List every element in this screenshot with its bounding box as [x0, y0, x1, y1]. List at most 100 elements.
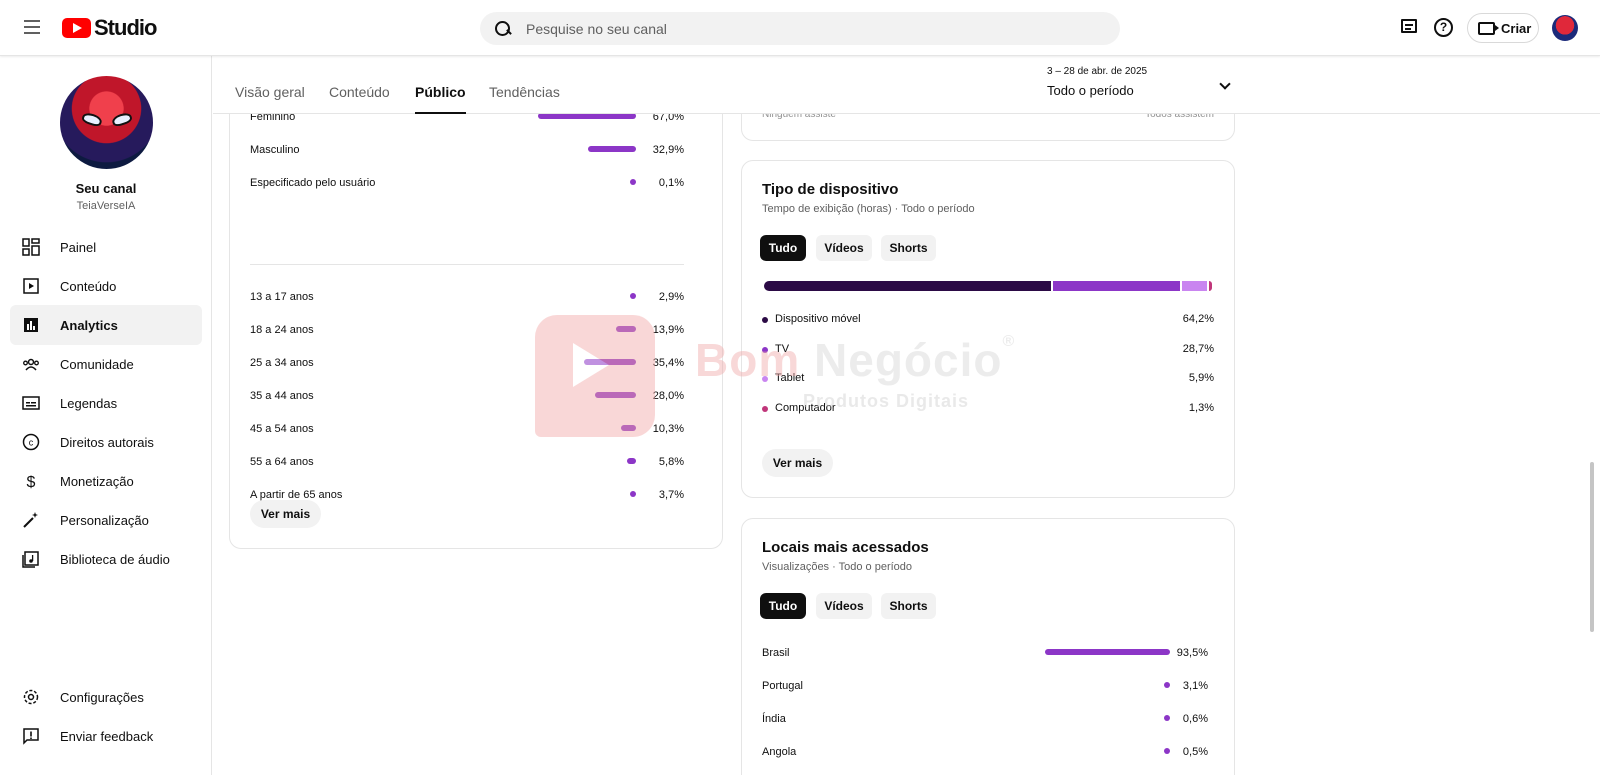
age-bar: [583, 359, 636, 365]
search-input[interactable]: [526, 20, 1086, 37]
gender-label: Especificado pelo usuário: [250, 177, 376, 189]
search-bar[interactable]: [480, 12, 1120, 45]
location-value: 3,1%: [1182, 680, 1208, 692]
audio-library-icon: [22, 550, 40, 568]
age-label: 35 a 44 anos: [250, 390, 314, 402]
sidebar-item-enviar-feedback[interactable]: Enviar feedback: [10, 716, 202, 756]
channel-name: Seu canal: [75, 181, 137, 196]
gender-row: Feminino 67,0%: [250, 111, 684, 131]
search-icon[interactable]: [494, 20, 512, 38]
locations-chip-videos[interactable]: Vídeos: [816, 593, 872, 619]
dashboard-icon: [22, 238, 40, 256]
legend-dot: [762, 405, 768, 412]
copyright-icon: c: [22, 433, 40, 451]
location-row: Índia 0,6%: [762, 713, 1208, 733]
feedback-icon: [22, 727, 40, 745]
sidebar-item-label: Conteúdo: [60, 278, 117, 294]
age-label: 25 a 34 anos: [250, 357, 314, 369]
period-selector[interactable]: 3 – 28 de abr. de 2025 Todo o período: [1047, 66, 1237, 106]
device-bar-segment[interactable]: [764, 281, 1051, 291]
studio-logo[interactable]: Studio: [62, 14, 157, 42]
device-value: 5,9%: [1188, 372, 1214, 384]
device-type-card: Tipo de dispositivo Tempo de exibição (h…: [741, 160, 1235, 498]
sidebar-item-conteudo[interactable]: Conteúdo: [10, 266, 202, 306]
device-chip-videos[interactable]: Vídeos: [816, 235, 872, 261]
tab-publico[interactable]: Público: [415, 84, 466, 114]
content-icon: [22, 277, 40, 295]
sidebar-item-comunidade[interactable]: Comunidade: [10, 344, 202, 384]
locations-card-title: Locais mais acessados: [762, 539, 929, 556]
device-bar-segment[interactable]: [1182, 281, 1207, 291]
see-more-device-button[interactable]: Ver mais: [762, 449, 833, 477]
location-row: Angola 0,5%: [762, 746, 1208, 766]
tab-conteudo[interactable]: Conteúdo: [329, 84, 390, 114]
subtitles-icon: [22, 394, 40, 412]
device-legend-row: TV 28,7%: [762, 343, 1214, 363]
device-chip-shorts[interactable]: Shorts: [881, 235, 936, 261]
analytics-icon: [22, 316, 40, 334]
comment-icon[interactable]: [1398, 16, 1422, 40]
device-value: 64,2%: [1182, 313, 1214, 325]
svg-text:$: $: [27, 474, 36, 490]
location-dot: [1164, 715, 1170, 721]
youtube-logo-icon: [62, 18, 91, 38]
main-content: Visão geral Conteúdo Público Tendências …: [213, 56, 1600, 775]
age-row: 55 a 64 anos 5,8%: [250, 456, 684, 476]
device-bar-segment[interactable]: [1052, 281, 1181, 291]
age-row: 25 a 34 anos 35,4%: [250, 357, 684, 377]
age-bar: [615, 326, 636, 332]
device-legend-row: Dispositivo móvel 64,2%: [762, 313, 1214, 333]
sidebar-item-label: Painel: [60, 239, 97, 255]
locations-card-subtitle: Visualizações · Todo o período: [762, 561, 913, 573]
sidebar-item-personalizacao[interactable]: Personalização: [10, 500, 202, 540]
device-bar-segment[interactable]: [1208, 281, 1213, 291]
svg-text:c: c: [29, 438, 34, 448]
device-legend-row: Tablet 5,9%: [762, 372, 1214, 392]
age-value: 3,7%: [658, 489, 684, 501]
location-value: 0,6%: [1182, 713, 1208, 725]
age-dot: [630, 491, 636, 497]
location-label: Portugal: [762, 680, 803, 692]
tab-visao-geral[interactable]: Visão geral: [235, 84, 305, 114]
period-range: 3 – 28 de abr. de 2025: [1047, 66, 1148, 77]
sidebar-item-legendas[interactable]: Legendas: [10, 383, 202, 423]
age-label: 55 a 64 anos: [250, 456, 314, 468]
device-card-title: Tipo de dispositivo: [762, 181, 899, 198]
sidebar-item-label: Legendas: [60, 395, 118, 411]
gender-bar: [587, 146, 636, 152]
create-button[interactable]: Criar: [1467, 13, 1539, 43]
channel-handle: TeiaVerseIA: [76, 200, 136, 212]
location-dot: [1164, 748, 1170, 754]
menu-icon[interactable]: [20, 16, 44, 40]
sidebar-item-painel[interactable]: Painel: [10, 227, 202, 267]
help-icon[interactable]: ?: [1432, 16, 1456, 40]
tab-tendencias[interactable]: Tendências: [489, 84, 560, 114]
sidebar-item-analytics[interactable]: Analytics: [10, 305, 202, 345]
gender-value: 32,9%: [652, 144, 684, 156]
locations-chip-all[interactable]: Tudo: [760, 593, 806, 619]
device-chip-all[interactable]: Tudo: [760, 235, 806, 261]
age-label: 45 a 54 anos: [250, 423, 314, 435]
sidebar-item-configuracoes[interactable]: Configurações: [10, 677, 202, 717]
sidebar-item-label: Analytics: [60, 317, 118, 333]
channel-avatar[interactable]: [60, 76, 153, 169]
sidebar-item-monetizacao[interactable]: $ Monetização: [10, 461, 202, 501]
see-more-age-button[interactable]: Ver mais: [250, 500, 321, 528]
age-row: 35 a 44 anos 28,0%: [250, 390, 684, 410]
device-label: Dispositivo móvel: [775, 313, 861, 325]
device-label: Tablet: [775, 372, 805, 384]
gender-row: Masculino 32,9%: [250, 144, 684, 164]
sidebar-item-label: Comunidade: [60, 356, 134, 372]
legend-dot: [762, 376, 768, 382]
scrollbar-thumb[interactable]: [1590, 462, 1594, 632]
locations-chip-shorts[interactable]: Shorts: [881, 593, 936, 619]
age-value: 2,9%: [658, 291, 684, 303]
account-avatar[interactable]: [1552, 15, 1578, 41]
sidebar-item-biblioteca-de-audio[interactable]: Biblioteca de áudio: [10, 539, 202, 579]
gear-icon: [22, 688, 40, 706]
sidebar-item-label: Enviar feedback: [60, 728, 154, 744]
sidebar-item-label: Configurações: [60, 689, 144, 705]
age-label: 13 a 17 anos: [250, 291, 314, 303]
sidebar-item-direitos-autorais[interactable]: c Direitos autorais: [10, 422, 202, 462]
sidebar-item-label: Biblioteca de áudio: [60, 551, 170, 567]
